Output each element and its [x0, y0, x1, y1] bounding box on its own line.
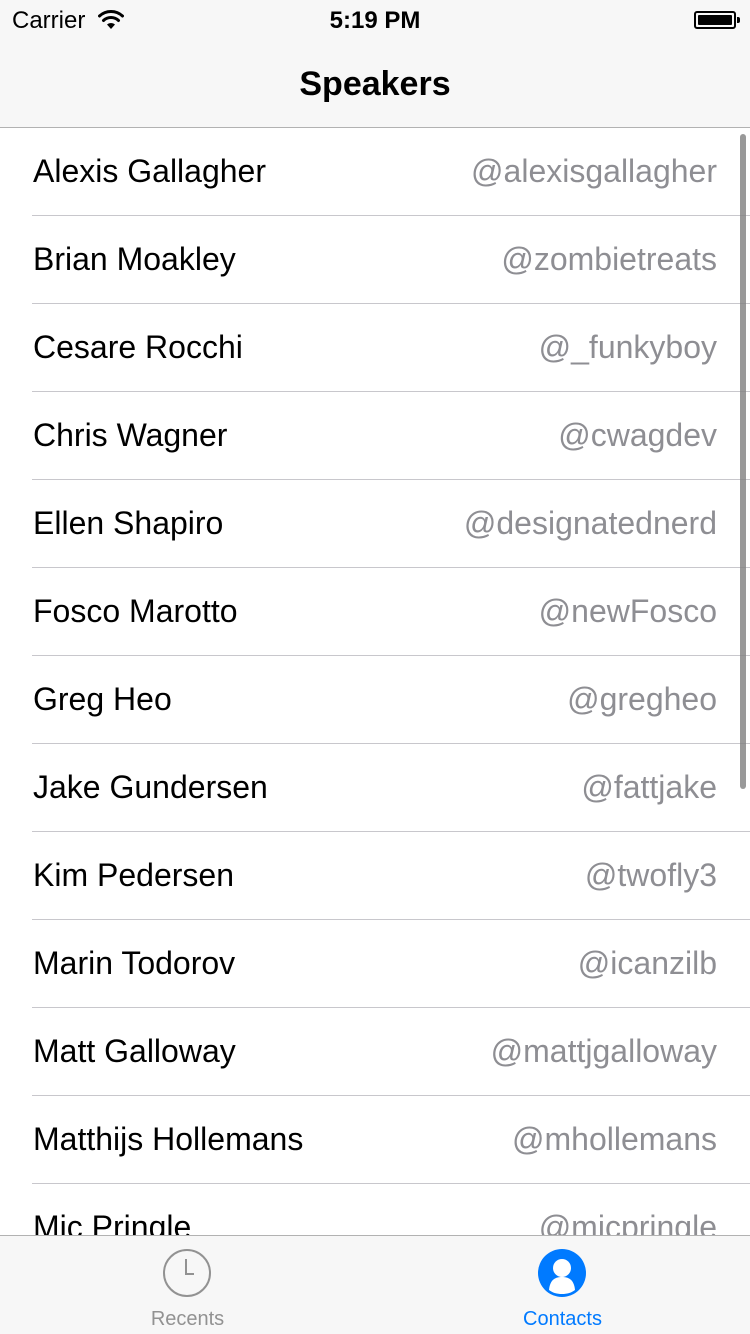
contact-icon — [538, 1249, 586, 1297]
table-row[interactable]: Brian Moakley @zombietreats — [0, 216, 750, 304]
speaker-handle: @gregheo — [567, 681, 717, 717]
table-row[interactable]: Fosco Marotto @newFosco — [0, 568, 750, 656]
speakers-table[interactable]: Alexis Gallagher @alexisgallagher Brian Mo… — [0, 128, 750, 1235]
speaker-handle: @mattjgalloway — [490, 1033, 717, 1069]
speaker-handle: @zombietreats — [501, 241, 717, 277]
speaker-name: Matt Galloway — [33, 1033, 236, 1069]
speaker-name: Marin Todorov — [33, 945, 236, 981]
speaker-name: Jake Gundersen — [33, 769, 268, 805]
table-row[interactable]: Kim Pedersen @twofly3 — [0, 832, 750, 920]
speaker-handle: @newFosco — [538, 593, 717, 629]
tab-contacts[interactable]: Contacts — [375, 1236, 750, 1334]
speaker-handle: @icanzilb — [577, 945, 717, 981]
clock-icon — [163, 1249, 211, 1297]
speaker-handle: @fattjake — [581, 769, 717, 805]
speaker-handle: @cwagdev — [558, 417, 717, 453]
speaker-name: Chris Wagner — [33, 417, 228, 453]
status-time: 5:19 PM — [329, 7, 421, 34]
speaker-name: Fosco Marotto — [33, 593, 238, 629]
page-title: Speakers — [299, 65, 451, 103]
table-row[interactable]: Greg Heo @gregheo — [0, 656, 750, 744]
speaker-handle: @_funkyboy — [538, 329, 717, 365]
speaker-handle: @designatednerd — [463, 505, 717, 541]
speaker-name: Ellen Shapiro — [33, 505, 224, 541]
table-row[interactable]: Cesare Rocchi @_funkyboy — [0, 304, 750, 392]
tab-bar: Recents Contacts — [0, 1235, 750, 1334]
speaker-handle: @alexisgallagher — [471, 153, 717, 189]
tab-label-recents: Recents — [150, 1308, 225, 1330]
speaker-name: Alexis Gallagher — [33, 153, 266, 189]
speaker-name: Mic Pringle — [33, 1209, 192, 1235]
scroll-indicator[interactable] — [740, 134, 746, 789]
navigation-bar: Speakers — [0, 40, 750, 128]
table-row[interactable]: Matthijs Hollemans @mhollemans — [0, 1096, 750, 1184]
table-row[interactable]: Marin Todorov @icanzilb — [0, 920, 750, 1008]
status-bar: Carrier 5:19 PM — [0, 0, 750, 40]
table-row[interactable]: Matt Galloway @mattjgalloway — [0, 1008, 750, 1096]
speaker-name: Kim Pedersen — [33, 857, 234, 893]
speaker-handle: @mhollemans — [512, 1121, 717, 1157]
tab-recents[interactable]: Recents — [0, 1236, 375, 1334]
speaker-name: Brian Moakley — [33, 241, 236, 277]
battery-icon — [694, 11, 740, 29]
speaker-name: Greg Heo — [33, 681, 172, 717]
table-row[interactable]: Ellen Shapiro @designatednerd — [0, 480, 750, 568]
tab-label-contacts: Contacts — [523, 1308, 602, 1330]
table-row[interactable]: Alexis Gallagher @alexisgallagher — [0, 128, 750, 216]
speaker-handle: @twofly3 — [584, 857, 717, 893]
speaker-name: Matthijs Hollemans — [33, 1121, 304, 1157]
table-row[interactable]: Mic Pringle @micpringle — [0, 1184, 750, 1235]
table-row[interactable]: Chris Wagner @cwagdev — [0, 392, 750, 480]
table-row[interactable]: Jake Gundersen @fattjake — [0, 744, 750, 832]
speaker-name: Cesare Rocchi — [33, 329, 243, 365]
speaker-handle: @micpringle — [538, 1209, 717, 1235]
